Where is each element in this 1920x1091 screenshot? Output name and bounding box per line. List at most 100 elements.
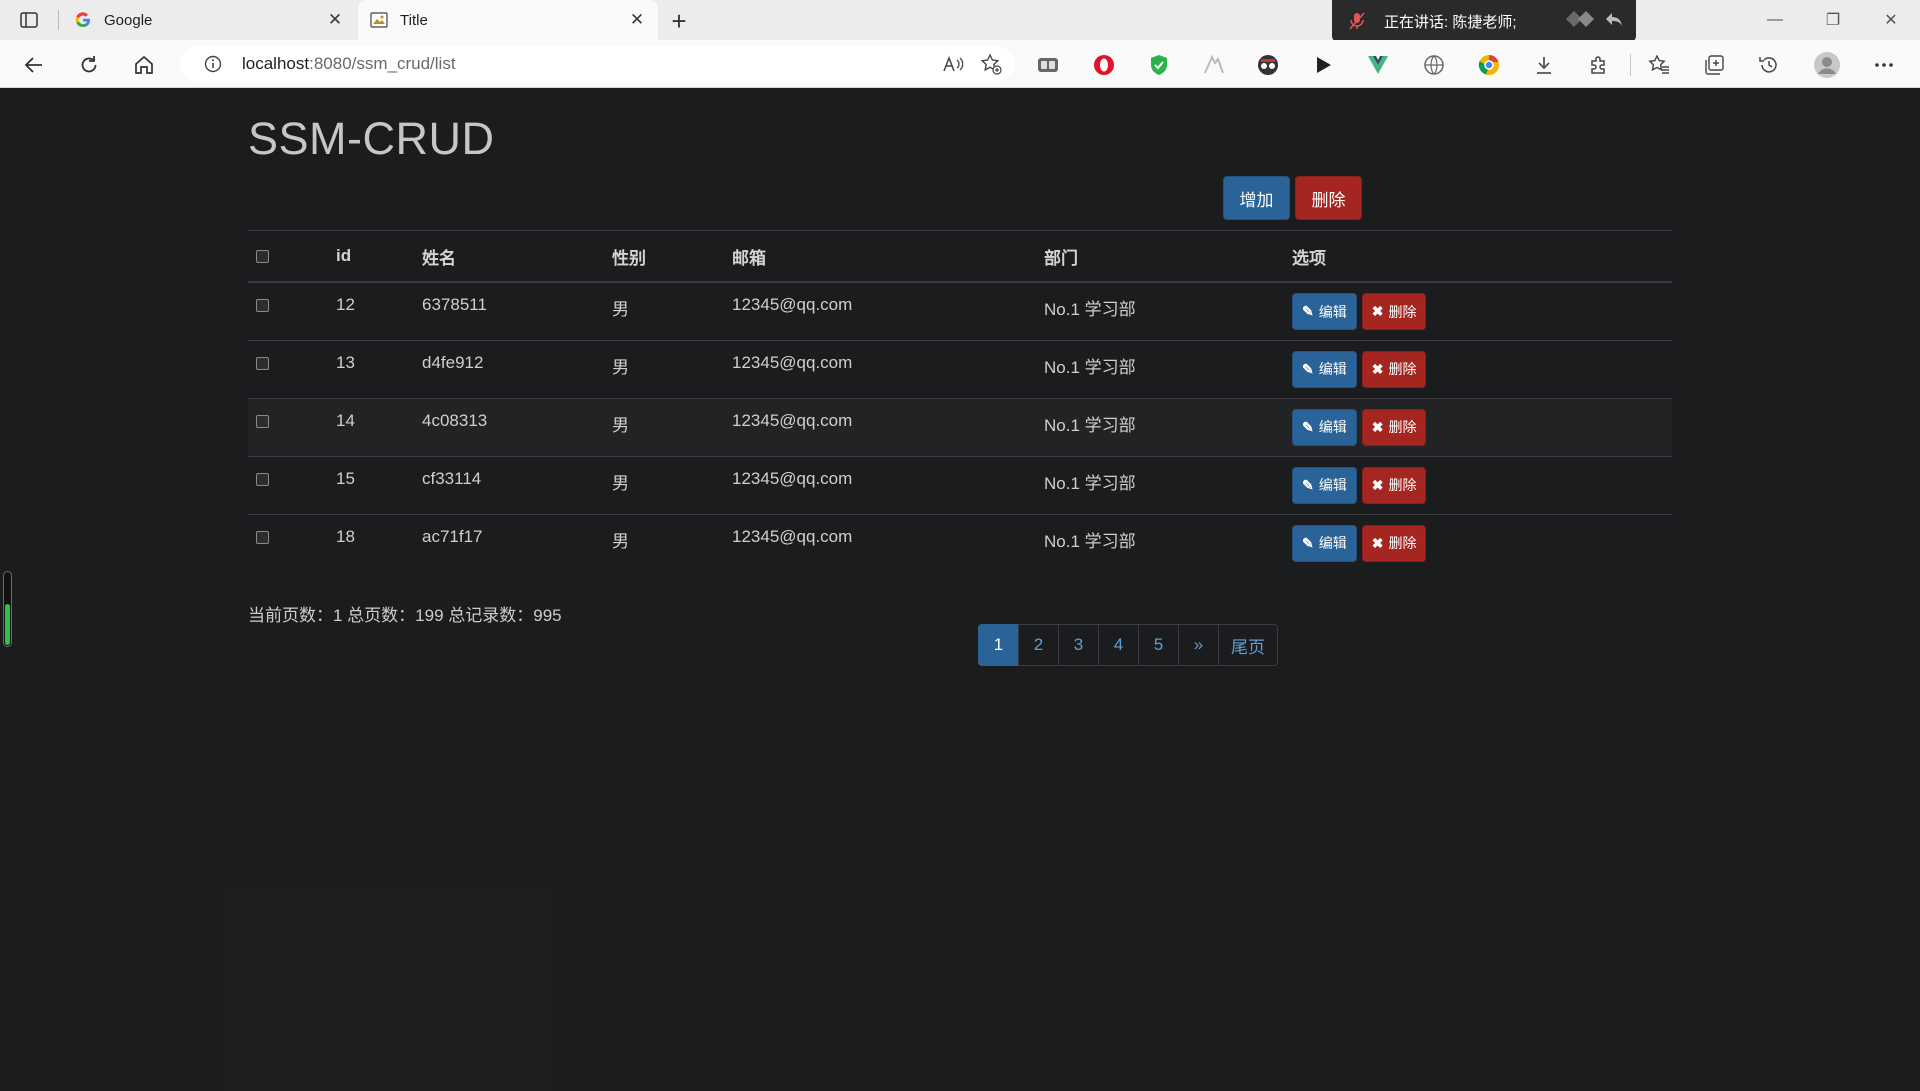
edit-button[interactable]: ✎ 编辑	[1292, 293, 1357, 330]
cell-name: ac71f17	[414, 513, 604, 572]
avatar[interactable]	[1813, 51, 1841, 79]
history-icon[interactable]	[1755, 51, 1783, 79]
row-checkbox[interactable]	[256, 356, 269, 370]
globe-icon[interactable]	[1420, 51, 1448, 79]
row-checkbox[interactable]	[256, 472, 269, 486]
edit-label: 编辑	[1318, 303, 1347, 320]
tab-actions-icon[interactable]	[18, 9, 40, 31]
page-link-5[interactable]: 5	[1138, 624, 1179, 666]
close-icon[interactable]: ✕	[624, 7, 650, 33]
shield-check-icon[interactable]	[1145, 51, 1173, 79]
pagination: 1 2 3 4 5 » 尾页	[978, 624, 1278, 666]
row-delete-label: 删除	[1388, 361, 1417, 377]
faded-overlay-panel	[222, 889, 554, 1091]
remove-icon: ✖	[1371, 360, 1384, 377]
tab-title-active[interactable]: Title ✕	[358, 0, 658, 40]
cell-email: 12345@qq.com	[724, 397, 1036, 456]
incognito-mask-icon[interactable]	[1254, 51, 1282, 79]
page-link-1[interactable]: 1	[978, 624, 1019, 666]
cell-department: No.1 学习部	[1036, 455, 1284, 514]
cell-email: 12345@qq.com	[724, 281, 1036, 340]
cell-name: d4fe912	[414, 339, 604, 398]
column-header-options: 选项	[1284, 230, 1672, 283]
pencil-icon: ✎	[1302, 534, 1314, 551]
url-text: localhost:8080/ssm_crud/list	[242, 54, 456, 73]
diamond-logo-icon	[1564, 9, 1600, 33]
row-delete-button[interactable]: ✖ 删除	[1361, 350, 1427, 388]
row-checkbox[interactable]	[256, 414, 269, 428]
muted-mic-icon[interactable]	[1346, 10, 1368, 32]
edit-button[interactable]: ✎ 编辑	[1292, 408, 1357, 446]
read-aloud-icon[interactable]	[938, 49, 968, 79]
row-delete-button[interactable]: ✖ 删除	[1361, 293, 1427, 330]
row-actions: ✎ 编辑 ✖ 删除	[1292, 293, 1664, 330]
download-icon[interactable]	[1530, 51, 1558, 79]
row-delete-label: 删除	[1388, 535, 1417, 551]
last-page-link[interactable]: 尾页	[1218, 624, 1278, 666]
column-header-id: id	[328, 230, 414, 283]
cell-department: No.1 学习部	[1036, 281, 1284, 340]
cell-gender: 男	[604, 281, 724, 340]
row-checkbox[interactable]	[256, 530, 269, 544]
edit-button[interactable]: ✎ 编辑	[1292, 466, 1357, 504]
speaking-banner: 正在讲话: 陈捷老师;	[1332, 0, 1636, 42]
minimize-icon[interactable]: —	[1752, 6, 1798, 34]
edit-label: 编辑	[1318, 419, 1347, 435]
add-button[interactable]: 增加	[1223, 176, 1290, 220]
row-delete-button[interactable]: ✖ 删除	[1361, 408, 1427, 446]
select-all-checkbox[interactable]	[256, 250, 269, 263]
reply-arrow-icon[interactable]	[1604, 10, 1624, 32]
cell-email: 12345@qq.com	[724, 455, 1036, 514]
row-delete-button[interactable]: ✖ 删除	[1361, 466, 1427, 504]
table-row: 18 ac71f17 男 12345@qq.com No.1 学习部 ✎ 编辑 ✖ 删除	[248, 513, 1672, 572]
more-menu-icon[interactable]	[1870, 51, 1898, 79]
page-link-3[interactable]: 3	[1058, 624, 1099, 666]
browser-toolbar: localhost:8080/ssm_crud/list	[0, 40, 1920, 88]
pencil-icon: ✎	[1302, 476, 1314, 493]
tab-icon[interactable]	[1034, 51, 1062, 79]
row-delete-button[interactable]: ✖ 删除	[1361, 524, 1427, 562]
play-icon[interactable]	[1309, 51, 1337, 79]
cell-gender: 男	[604, 455, 724, 514]
edit-button[interactable]: ✎ 编辑	[1292, 350, 1357, 388]
collections-icon[interactable]	[1700, 51, 1728, 79]
tab-google[interactable]: Google ✕	[62, 0, 356, 40]
chrome-color-icon[interactable]	[1475, 51, 1503, 79]
page-content: SSM-CRUD 增加 删除 id 姓名 性别 邮箱 部门 选项 12 63785…	[0, 89, 1920, 1091]
puzzle-icon[interactable]	[1585, 51, 1613, 79]
row-checkbox[interactable]	[256, 299, 269, 312]
google-g-icon	[74, 11, 92, 29]
table-row: 13 d4fe912 男 12345@qq.com No.1 学习部 ✎ 编辑 ✖ 删除	[248, 339, 1672, 398]
site-info-icon[interactable]	[202, 53, 224, 75]
row-delete-label: 删除	[1388, 303, 1417, 320]
cell-name: 4c08313	[414, 397, 604, 456]
delete-all-button[interactable]: 删除	[1295, 176, 1362, 220]
cell-id: 12	[328, 281, 414, 340]
leaf-icon[interactable]	[1200, 51, 1228, 79]
favorites-icon[interactable]	[1645, 51, 1673, 79]
home-icon[interactable]	[128, 49, 160, 81]
page-info-text: 当前页数：1 总页数：199 总记录数：995	[248, 606, 562, 625]
next-page-link[interactable]: »	[1178, 624, 1219, 666]
table-row: 12 6378511 男 12345@qq.com No.1 学习部 ✎ 编辑 ✖ 删除	[248, 281, 1672, 340]
pencil-icon: ✎	[1302, 360, 1314, 377]
window-close-icon[interactable]: ✕	[1868, 6, 1914, 34]
refresh-icon[interactable]	[73, 49, 105, 81]
remove-icon: ✖	[1371, 534, 1384, 551]
cell-gender: 男	[604, 513, 724, 572]
page-link-2[interactable]: 2	[1018, 624, 1059, 666]
row-actions: ✎ 编辑 ✖ 删除	[1292, 466, 1664, 504]
vue-icon[interactable]	[1364, 51, 1392, 79]
back-arrow-icon[interactable]	[18, 49, 50, 81]
new-tab-button[interactable]: +	[664, 6, 694, 36]
add-favorite-icon[interactable]	[976, 49, 1006, 79]
edit-button[interactable]: ✎ 编辑	[1292, 524, 1357, 562]
address-bar[interactable]: localhost:8080/ssm_crud/list	[180, 46, 1014, 82]
close-icon[interactable]: ✕	[322, 7, 348, 33]
toolbar-separator	[1630, 54, 1631, 76]
restore-icon[interactable]: ❐	[1810, 6, 1856, 34]
opera-icon[interactable]	[1090, 51, 1118, 79]
column-header-email: 邮箱	[724, 230, 1036, 283]
cell-name: cf33114	[414, 455, 604, 514]
page-link-4[interactable]: 4	[1098, 624, 1139, 666]
